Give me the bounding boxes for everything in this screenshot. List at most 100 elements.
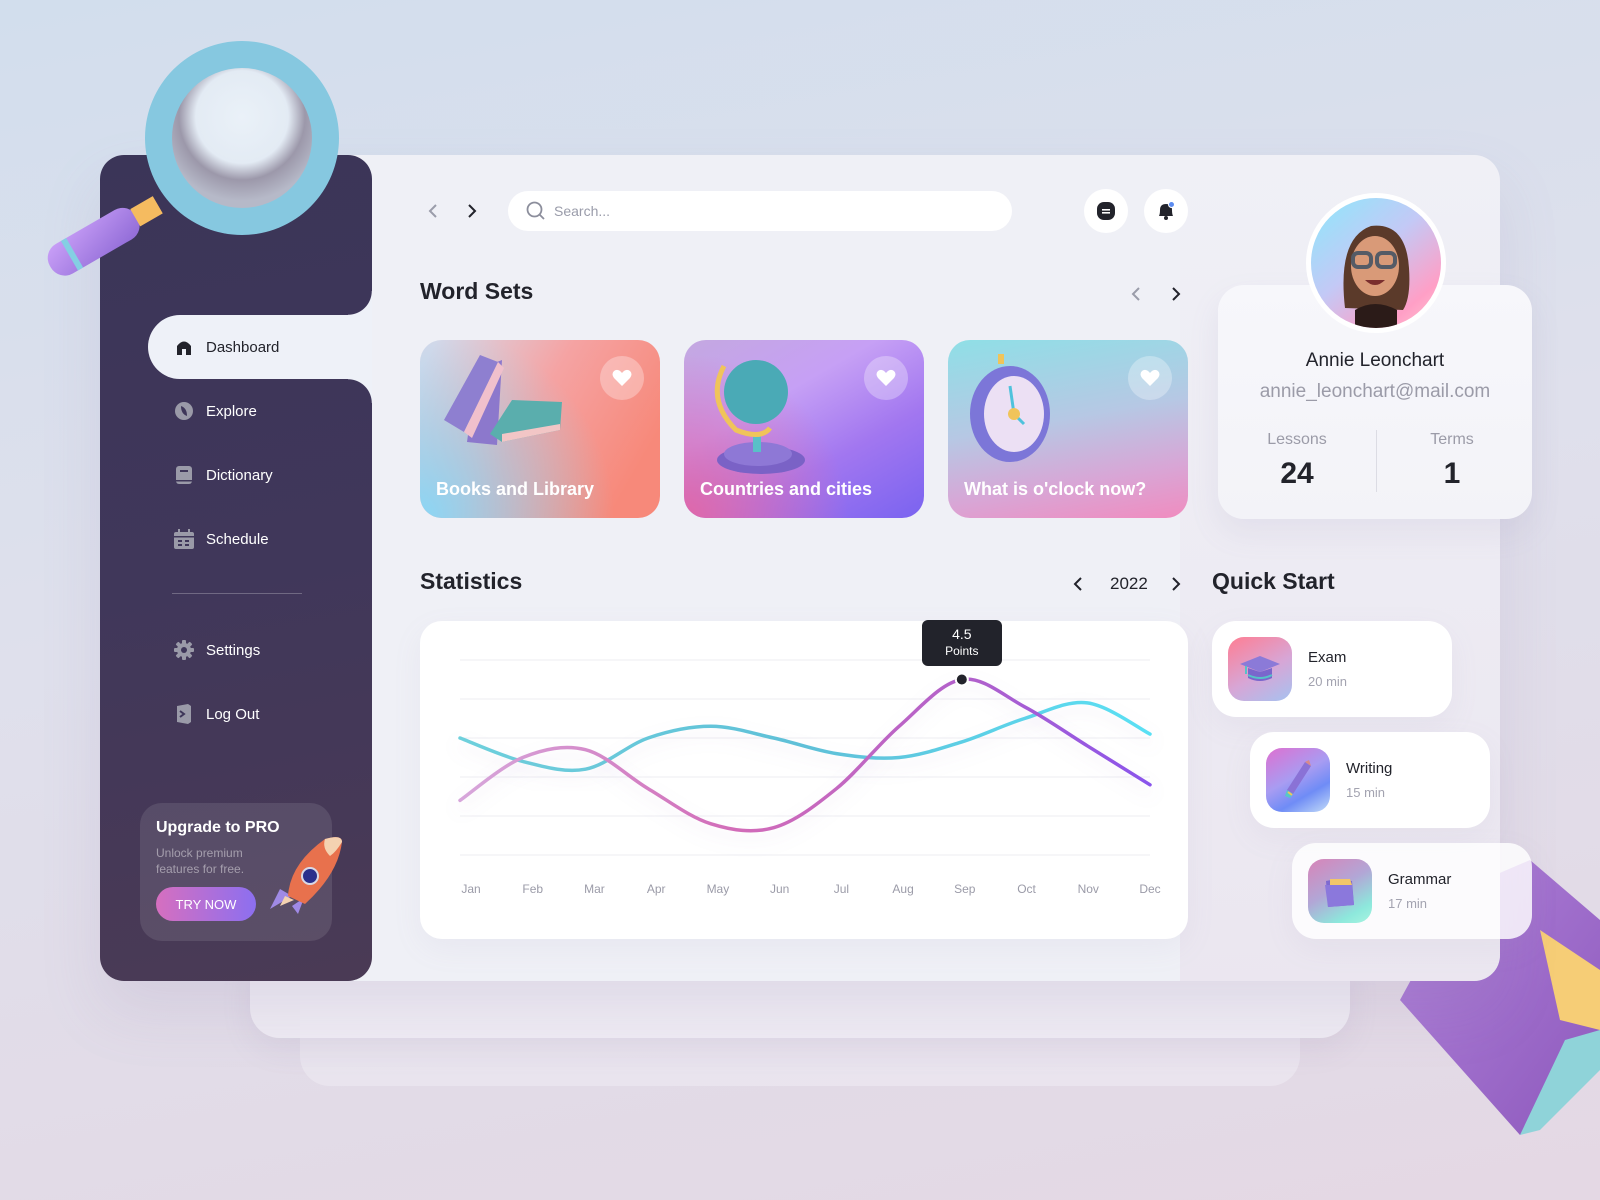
- quick-start-grammar[interactable]: Grammar 17 min: [1292, 843, 1532, 939]
- sidebar-item-label: Dictionary: [206, 466, 273, 484]
- book-icon: [174, 465, 194, 485]
- pencil-icon: [1266, 748, 1330, 812]
- stat-label: Terms: [1430, 431, 1474, 448]
- sidebar-item-logout[interactable]: Log Out: [148, 682, 372, 746]
- quick-start-title: Exam: [1308, 649, 1347, 666]
- heart-icon: [876, 369, 896, 386]
- statistics-chart-card: Jan Feb Mar Apr May Jun Jul Aug Sep Oct Nov Dec 4.5…: [420, 619, 1188, 939]
- stat-divider: [1376, 430, 1377, 492]
- clock-icon: [970, 354, 1050, 462]
- calendar-icon: [174, 529, 194, 549]
- search-input[interactable]: [554, 203, 974, 219]
- favorite-button[interactable]: [600, 356, 644, 400]
- upgrade-text: Unlock premium features for free.: [156, 846, 245, 876]
- statistics-title: Statistics: [420, 568, 523, 594]
- avatar-memoji-icon: [1343, 225, 1410, 328]
- word-sets-prev-button[interactable]: [1125, 283, 1147, 305]
- heart-icon: [612, 369, 632, 386]
- sidebar-item-label: Schedule: [206, 530, 269, 548]
- x-tick-label: May: [707, 882, 730, 896]
- back-button[interactable]: [421, 199, 445, 223]
- chart-tooltip: 4.5 Points: [921, 619, 1002, 666]
- word-sets-next-button[interactable]: [1165, 283, 1187, 305]
- chat-icon: [1097, 202, 1115, 220]
- sidebar-item-label: Dashboard: [206, 338, 280, 356]
- stat-value: 24: [1280, 457, 1314, 490]
- x-tick-label: Sep: [954, 882, 976, 896]
- profile-name: Annie Leonchart: [1305, 350, 1445, 371]
- notifications-button[interactable]: [1144, 189, 1188, 233]
- profile-email: annie_leonchart@mail.com: [1259, 381, 1491, 402]
- forward-button[interactable]: [460, 199, 484, 223]
- x-tick-label: Oct: [1017, 882, 1036, 896]
- x-tick-label: Aug: [892, 882, 913, 896]
- chevron-right-icon: [1172, 287, 1181, 301]
- quick-start-exam[interactable]: Exam 20 min: [1212, 621, 1452, 717]
- quick-start-duration: 15 min: [1346, 785, 1386, 800]
- word-set-card-clock[interactable]: What is o'clock now?: [948, 340, 1188, 518]
- word-sets-title: Word Sets: [420, 278, 534, 304]
- x-tick-label: Nov: [1078, 882, 1099, 896]
- chevron-left-icon: [428, 204, 437, 218]
- x-tick-label: Mar: [584, 882, 605, 896]
- series-line-secondary: [458, 700, 1152, 773]
- word-set-card-books[interactable]: Books and Library: [420, 340, 660, 518]
- quick-start-title: Quick Start: [1212, 568, 1335, 594]
- quick-start-duration: 17 min: [1388, 896, 1428, 911]
- word-set-title: Countries and cities: [700, 479, 873, 499]
- logout-icon: [174, 704, 194, 724]
- home-icon: [174, 337, 194, 357]
- sidebar-item-label: Settings: [206, 641, 261, 659]
- sidebar-nav: Dashboard Explore Dictionary Schedule Se…: [148, 291, 372, 746]
- sidebar-item-schedule[interactable]: Schedule: [148, 507, 372, 571]
- books-icon: [444, 355, 562, 445]
- quick-start-writing[interactable]: Writing 15 min: [1250, 732, 1490, 828]
- chevron-left-icon: [1131, 287, 1140, 301]
- sidebar-item-explore[interactable]: Explore: [148, 379, 372, 443]
- x-tick-label: Feb: [522, 882, 543, 896]
- gear-icon: [174, 640, 194, 660]
- sidebar-item-dictionary[interactable]: Dictionary: [148, 443, 372, 507]
- word-set-title: Books and Library: [436, 479, 595, 499]
- x-tick-label: Apr: [647, 882, 666, 896]
- folder-icon: [1308, 859, 1372, 923]
- avatar[interactable]: [1306, 193, 1446, 333]
- search-icon: [526, 201, 545, 220]
- x-tick-label: Jun: [770, 882, 789, 896]
- graduation-cap-icon: [1228, 637, 1292, 701]
- heart-icon: [1140, 369, 1160, 386]
- globe-icon: [714, 360, 805, 474]
- highlight-point[interactable]: [954, 672, 969, 687]
- chat-button[interactable]: [1084, 189, 1128, 233]
- sidebar-item-label: Explore: [206, 402, 257, 420]
- series-line-points: [458, 677, 1152, 833]
- terms-stat: Terms 1: [1392, 431, 1512, 491]
- favorite-button[interactable]: [864, 356, 908, 400]
- favorite-button[interactable]: [1128, 356, 1172, 400]
- sidebar-item-settings[interactable]: Settings: [148, 618, 372, 682]
- year-value: 2022: [1110, 574, 1148, 593]
- sidebar-divider: [172, 593, 302, 594]
- x-tick-label: Jul: [834, 882, 849, 896]
- year-next-button[interactable]: [1165, 573, 1187, 595]
- statistics-line-chart: Jan Feb Mar Apr May Jun Jul Aug Sep Oct Nov Dec: [458, 659, 1161, 896]
- chevron-right-icon: [1172, 577, 1181, 591]
- word-set-title: What is o'clock now?: [964, 479, 1147, 499]
- chevron-right-icon: [468, 204, 477, 218]
- stat-label: Lessons: [1267, 431, 1327, 448]
- search-bar: [508, 191, 1012, 231]
- stat-value: 1: [1443, 457, 1461, 490]
- quick-start-title: Grammar: [1388, 871, 1452, 888]
- word-set-card-countries[interactable]: Countries and cities: [684, 340, 924, 518]
- x-tick-label: Jan: [461, 882, 480, 896]
- quick-start-title: Writing: [1346, 760, 1393, 777]
- rocket-icon: [270, 837, 342, 914]
- tooltip-label: Points: [945, 643, 979, 658]
- bell-icon: [1159, 201, 1175, 220]
- sidebar-item-dashboard[interactable]: Dashboard: [148, 291, 372, 403]
- sidebar-item-label: Log Out: [206, 705, 260, 723]
- tooltip-value: 4.5: [952, 625, 972, 642]
- lessons-stat: Lessons 24: [1237, 431, 1357, 491]
- year-prev-button[interactable]: [1067, 573, 1089, 595]
- try-now-button[interactable]: TRY NOW: [156, 887, 256, 921]
